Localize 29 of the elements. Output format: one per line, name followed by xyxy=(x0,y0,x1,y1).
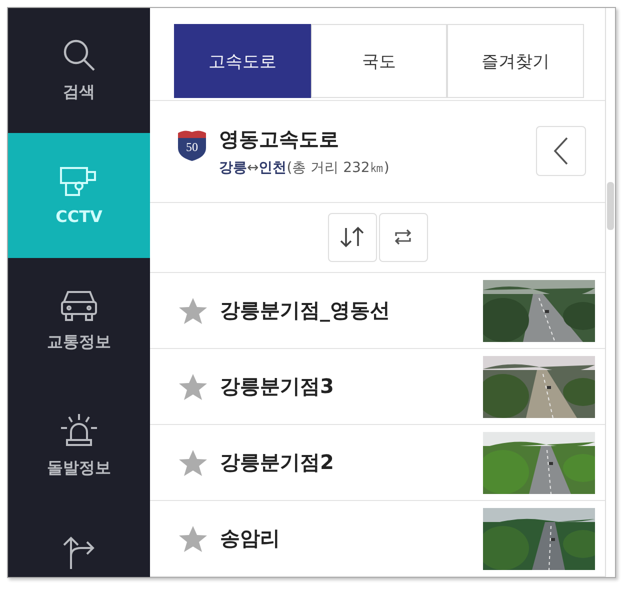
turn-arrow-icon xyxy=(61,534,97,570)
sidebar-item[interactable]: 교통정보 xyxy=(8,258,150,383)
camera-name[interactable]: 강릉분기점2 xyxy=(220,449,483,476)
back-button[interactable] xyxy=(536,126,586,176)
star-icon[interactable] xyxy=(178,448,208,476)
star-icon[interactable] xyxy=(178,372,208,400)
tab[interactable]: 즐겨찾기 xyxy=(447,24,584,98)
route-number: 50 xyxy=(185,140,199,155)
road-name: 영동고속도로 xyxy=(219,126,340,153)
car-icon xyxy=(59,288,99,322)
sidebar-item[interactable]: 검색 xyxy=(8,8,150,133)
star-icon[interactable] xyxy=(178,296,208,324)
refresh-button[interactable] xyxy=(378,212,428,262)
tab[interactable]: 국도 xyxy=(310,24,448,98)
tab[interactable]: 고속도로 xyxy=(174,24,311,98)
chevron-left-icon xyxy=(553,136,569,166)
camera-name[interactable]: 강릉분기점_영동선 xyxy=(220,297,483,324)
sidebar-item[interactable]: 돌발정보 xyxy=(8,383,150,508)
cctv-camera-icon xyxy=(59,165,99,197)
road-route: 강릉↔인천(총 거리 232㎞) xyxy=(219,158,390,177)
search-icon xyxy=(62,38,96,72)
camera-name[interactable]: 강릉분기점3 xyxy=(220,373,483,400)
highway-shield-icon xyxy=(175,128,209,162)
star-icon[interactable] xyxy=(178,524,208,552)
sort-button[interactable] xyxy=(328,212,376,262)
scrollbar[interactable] xyxy=(605,8,615,577)
camera-name[interactable]: 송암리 xyxy=(220,525,483,552)
sort-arrows-icon xyxy=(339,226,365,248)
siren-icon xyxy=(59,412,99,448)
